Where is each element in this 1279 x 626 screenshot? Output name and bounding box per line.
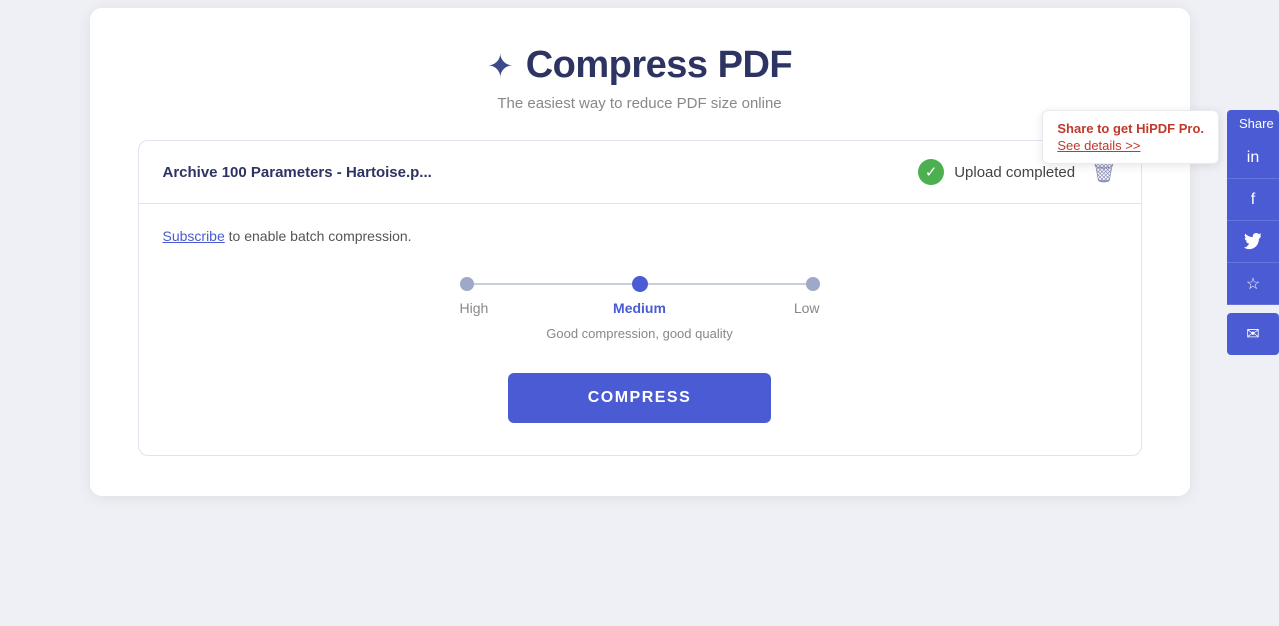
slider-track[interactable] — [460, 276, 820, 292]
page-wrapper: ✦ Compress PDF The easiest way to reduce… — [0, 0, 1279, 626]
subscribe-link[interactable]: Subscribe — [163, 228, 225, 244]
share-email-button[interactable]: ✉ — [1227, 313, 1279, 355]
compress-icon: ✦ — [487, 50, 514, 82]
promo-link[interactable]: See details >> — [1057, 138, 1140, 153]
page-title: Compress PDF — [526, 44, 792, 87]
promo-title: Share to get HiPDF Pro. — [1057, 121, 1204, 136]
share-sidebar: Share in f ☆ ✉ — [1227, 110, 1279, 355]
title-row: ✦ Compress PDF — [138, 44, 1142, 87]
subscribe-row: Subscribe to enable batch compression. — [163, 228, 1117, 244]
page-header: ✦ Compress PDF The easiest way to reduce… — [138, 44, 1142, 112]
body-section: Subscribe to enable batch compression. H… — [139, 204, 1141, 455]
share-star-button[interactable]: ☆ — [1227, 263, 1279, 305]
share-twitter-button[interactable] — [1227, 221, 1279, 263]
share-label: Share — [1227, 110, 1279, 137]
slider-dot-low[interactable] — [806, 277, 820, 291]
label-low: Low — [760, 300, 820, 316]
slider-dot-high[interactable] — [460, 277, 474, 291]
file-row: Archive 100 Parameters - Hartoise.p... ✓… — [139, 141, 1141, 204]
label-medium: Medium — [610, 300, 670, 316]
file-name: Archive 100 Parameters - Hartoise.p... — [163, 164, 903, 181]
content-panel: Archive 100 Parameters - Hartoise.p... ✓… — [138, 140, 1142, 456]
slider-line-right — [648, 283, 806, 285]
slider-dot-medium[interactable] — [632, 276, 648, 292]
compress-button[interactable]: COMPRESS — [508, 373, 772, 423]
check-icon: ✓ — [918, 159, 944, 185]
slider-line-left — [474, 283, 632, 285]
compression-description: Good compression, good quality — [546, 326, 732, 341]
promo-tooltip: Share to get HiPDF Pro. See details >> — [1042, 110, 1219, 164]
share-linkedin-button[interactable]: in — [1227, 137, 1279, 179]
subscribe-text: to enable batch compression. — [225, 228, 412, 244]
upload-text: Upload completed — [954, 164, 1075, 181]
share-facebook-button[interactable]: f — [1227, 179, 1279, 221]
slider-labels: High Medium Low — [460, 300, 820, 316]
page-subtitle: The easiest way to reduce PDF size onlin… — [138, 95, 1142, 112]
slider-section: High Medium Low Good compression, good q… — [163, 276, 1117, 341]
label-high: High — [460, 300, 520, 316]
main-card: ✦ Compress PDF The easiest way to reduce… — [90, 8, 1190, 496]
